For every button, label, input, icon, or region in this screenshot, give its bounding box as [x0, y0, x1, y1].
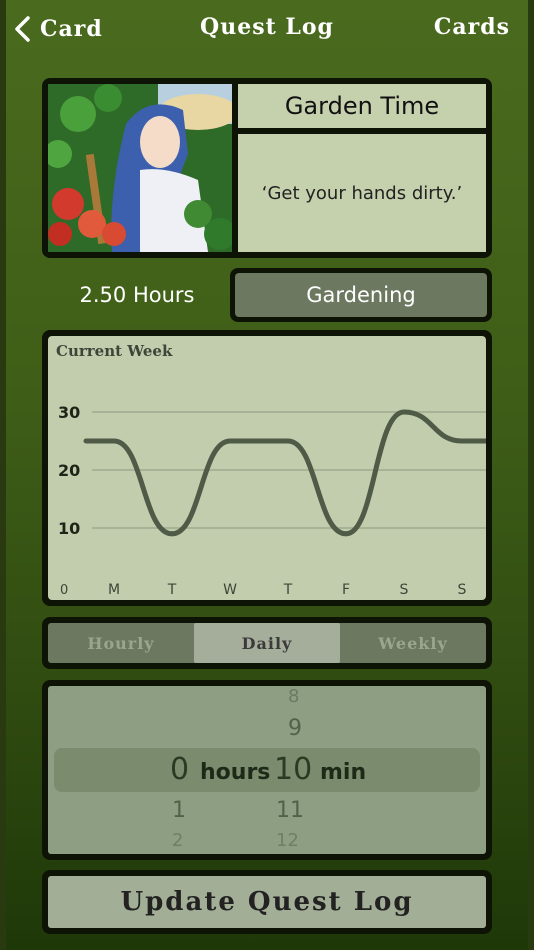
- period-segmented-control: Hourly Daily Weekly: [42, 617, 492, 669]
- x-origin-label: 0: [60, 583, 68, 598]
- hours-selected-value[interactable]: 0: [170, 752, 189, 787]
- hours-unit-label: hours: [200, 760, 271, 785]
- data-point: [459, 438, 465, 444]
- x-tick-label: W: [223, 582, 237, 598]
- series-line: [83, 409, 486, 537]
- line-chart-svg: Current Week 10 20 30 0 M T W T F S S: [56, 342, 486, 598]
- update-quest-log-button[interactable]: Update Quest Log: [42, 870, 492, 934]
- hour-option[interactable]: 1: [172, 798, 186, 823]
- card-artwork-image: [48, 84, 232, 252]
- category-label: Gardening: [235, 273, 487, 317]
- minutes-unit-label: min: [320, 760, 367, 785]
- x-tick-label: T: [167, 582, 177, 598]
- chart-title: Current Week: [56, 342, 173, 360]
- left-frame-edge: [0, 0, 6, 950]
- minutes-selected-value[interactable]: 10: [274, 752, 312, 787]
- duration-picker[interactable]: 8 9 0 hours 10 min 1 11 2 12: [42, 680, 492, 860]
- navigation-bar: Card Quest Log Cards: [0, 0, 534, 58]
- data-point: [343, 531, 349, 537]
- y-tick-label: 30: [58, 403, 80, 422]
- data-point: [111, 438, 117, 444]
- weekly-chart: Current Week 10 20 30 0 M T W T F S S: [42, 330, 492, 606]
- category-button[interactable]: Gardening: [230, 268, 492, 322]
- segment-hourly[interactable]: Hourly: [48, 623, 194, 663]
- data-point: [401, 409, 407, 415]
- data-point: [169, 531, 175, 537]
- quest-card: Garden Time ‘Get your hands dirty.’: [42, 78, 492, 258]
- segment-daily[interactable]: Daily: [194, 623, 340, 663]
- update-button-label: Update Quest Log: [48, 876, 486, 928]
- total-hours: 2.50 Hours: [79, 283, 195, 307]
- data-point: [285, 438, 291, 444]
- chart-area: Current Week 10 20 30 0 M T W T F S S: [48, 336, 486, 600]
- cards-button[interactable]: Cards: [434, 14, 510, 40]
- segment-weekly[interactable]: Weekly: [340, 623, 486, 663]
- minute-option[interactable]: 9: [288, 716, 302, 741]
- x-tick-label: F: [342, 582, 350, 598]
- x-tick-label: S: [400, 582, 409, 598]
- y-tick-label: 20: [58, 461, 80, 480]
- right-frame-edge: [528, 0, 534, 950]
- minute-option[interactable]: 12: [276, 830, 299, 851]
- x-tick-label: M: [108, 582, 120, 598]
- minute-option[interactable]: 11: [276, 798, 304, 823]
- hour-option[interactable]: 2: [172, 830, 183, 851]
- x-tick-label: S: [458, 582, 467, 598]
- minute-option[interactable]: 8: [288, 686, 299, 707]
- picker-wheels: 8 9 0 hours 10 min 1 11 2 12: [48, 686, 486, 854]
- y-tick-label: 10: [58, 519, 80, 538]
- x-tick-label: T: [283, 582, 293, 598]
- data-point: [227, 438, 233, 444]
- card-title: Garden Time: [238, 84, 486, 128]
- card-quote: ‘Get your hands dirty.’: [238, 134, 486, 252]
